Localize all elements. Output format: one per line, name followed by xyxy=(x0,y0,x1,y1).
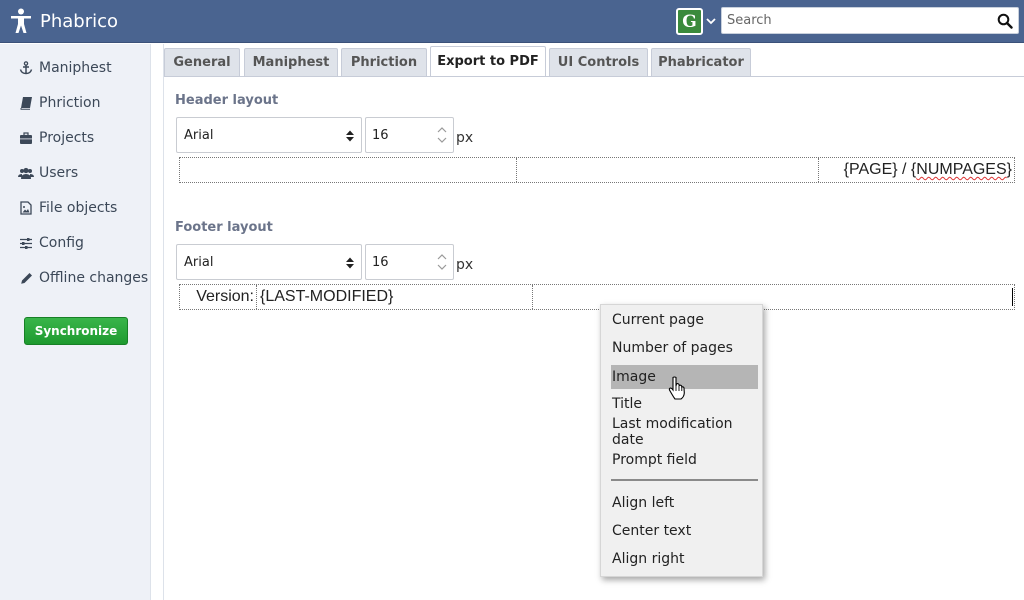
main-content: General Maniphest Phriction Export to PD… xyxy=(163,44,1024,600)
menu-item-current-page[interactable]: Current page xyxy=(611,308,758,332)
spinner-icon[interactable] xyxy=(435,251,449,273)
anchor-icon xyxy=(18,60,34,76)
sidebar-item-users[interactable]: Users xyxy=(0,158,151,188)
briefcase-icon xyxy=(18,130,34,146)
header-font-select[interactable]: Arial xyxy=(176,117,362,153)
chevron-down-icon[interactable] xyxy=(705,14,717,28)
pencil-icon xyxy=(18,270,34,286)
footer-cell-field[interactable]: {LAST-MODIFIED} xyxy=(257,285,533,309)
sidebar-item-maniphest[interactable]: Maniphest xyxy=(0,53,151,83)
sidebar-item-label: Config xyxy=(39,235,84,251)
header-font-size-input[interactable]: 16 xyxy=(365,117,454,153)
menu-item-title[interactable]: Title xyxy=(611,392,758,416)
footer-layout-title: Footer layout xyxy=(175,220,273,235)
sidebar-item-label: Offline changes xyxy=(39,270,149,286)
menu-item-align-left[interactable]: Align left xyxy=(611,491,758,515)
sidebar-item-label: Projects xyxy=(39,130,95,146)
spinner-icon[interactable] xyxy=(435,124,449,146)
header-cell-right[interactable]: {PAGE} / {NUMPAGES} xyxy=(819,158,1014,182)
header-cell-center[interactable] xyxy=(517,158,819,182)
footer-font-size-input[interactable]: 16 xyxy=(365,244,454,280)
synchronize-button[interactable]: Synchronize xyxy=(24,317,128,345)
menu-item-number-of-pages[interactable]: Number of pages xyxy=(611,336,758,360)
header-font-size-value: 16 xyxy=(372,127,389,143)
top-bar: Phabrico G xyxy=(0,0,1024,43)
book-icon xyxy=(18,95,34,111)
tab-phabricator[interactable]: Phabricator xyxy=(651,48,751,76)
footer-font-select[interactable]: Arial xyxy=(176,244,362,280)
menu-separator xyxy=(611,479,758,481)
search-icon[interactable] xyxy=(997,13,1013,29)
brand[interactable]: Phabrico xyxy=(10,6,118,36)
sidebar: Maniphest Phriction Projects Users File … xyxy=(0,44,151,600)
header-page-field: {PAGE} / {NUMPAGES} xyxy=(843,161,1012,178)
users-icon xyxy=(18,165,34,181)
footer-size-unit: px xyxy=(456,257,474,273)
search-input[interactable] xyxy=(722,8,992,33)
sidebar-item-config[interactable]: Config xyxy=(0,228,151,258)
footer-font-value: Arial xyxy=(184,254,214,270)
menu-item-prompt-field[interactable]: Prompt field xyxy=(611,448,758,472)
tab-ui-controls[interactable]: UI Controls xyxy=(549,48,648,76)
tab-maniphest[interactable]: Maniphest xyxy=(244,48,338,76)
sidebar-item-phriction[interactable]: Phriction xyxy=(0,88,151,118)
sidebar-item-offline-changes[interactable]: Offline changes xyxy=(0,263,151,293)
user-avatar-button[interactable]: G xyxy=(676,8,703,35)
header-size-unit: px xyxy=(456,130,474,146)
footer-layout-row: Version: {LAST-MODIFIED} xyxy=(179,284,1015,310)
menu-item-center-text[interactable]: Center text xyxy=(611,519,758,543)
search-box[interactable] xyxy=(721,7,1019,34)
sidebar-item-label: Phriction xyxy=(39,95,101,111)
sort-caret-icon xyxy=(346,130,354,142)
sidebar-item-file-objects[interactable]: File objects xyxy=(0,193,151,223)
header-cell-left[interactable] xyxy=(180,158,517,182)
header-font-value: Arial xyxy=(184,127,214,143)
header-layout-title: Header layout xyxy=(175,93,279,108)
file-image-icon xyxy=(18,200,34,216)
person-icon xyxy=(11,8,31,33)
sidebar-item-label: File objects xyxy=(39,200,118,216)
tab-phriction[interactable]: Phriction xyxy=(341,48,427,76)
sidebar-item-label: Maniphest xyxy=(39,60,112,76)
tab-export-to-pdf[interactable]: Export to PDF xyxy=(430,46,546,76)
text-cursor xyxy=(1012,288,1013,306)
tab-general[interactable]: General xyxy=(164,48,240,76)
footer-cell-label[interactable]: Version: xyxy=(180,285,257,309)
menu-item-align-right[interactable]: Align right xyxy=(611,547,758,571)
sidebar-item-label: Users xyxy=(39,165,79,181)
app-name: Phabrico xyxy=(40,10,119,32)
sliders-icon xyxy=(18,235,34,251)
footer-font-size-value: 16 xyxy=(372,254,389,270)
menu-item-image[interactable]: Image xyxy=(611,365,758,389)
spellcheck-word: NUMPAGES xyxy=(916,161,1007,178)
sort-caret-icon xyxy=(346,257,354,269)
tab-bar: General Maniphest Phriction Export to PD… xyxy=(164,44,1024,77)
header-layout-row: {PAGE} / {NUMPAGES} xyxy=(179,157,1015,183)
menu-item-last-modification-date[interactable]: Last modification date xyxy=(611,416,758,448)
insert-context-menu: Current page Number of pages Image Title… xyxy=(600,304,763,577)
sidebar-item-projects[interactable]: Projects xyxy=(0,123,151,153)
